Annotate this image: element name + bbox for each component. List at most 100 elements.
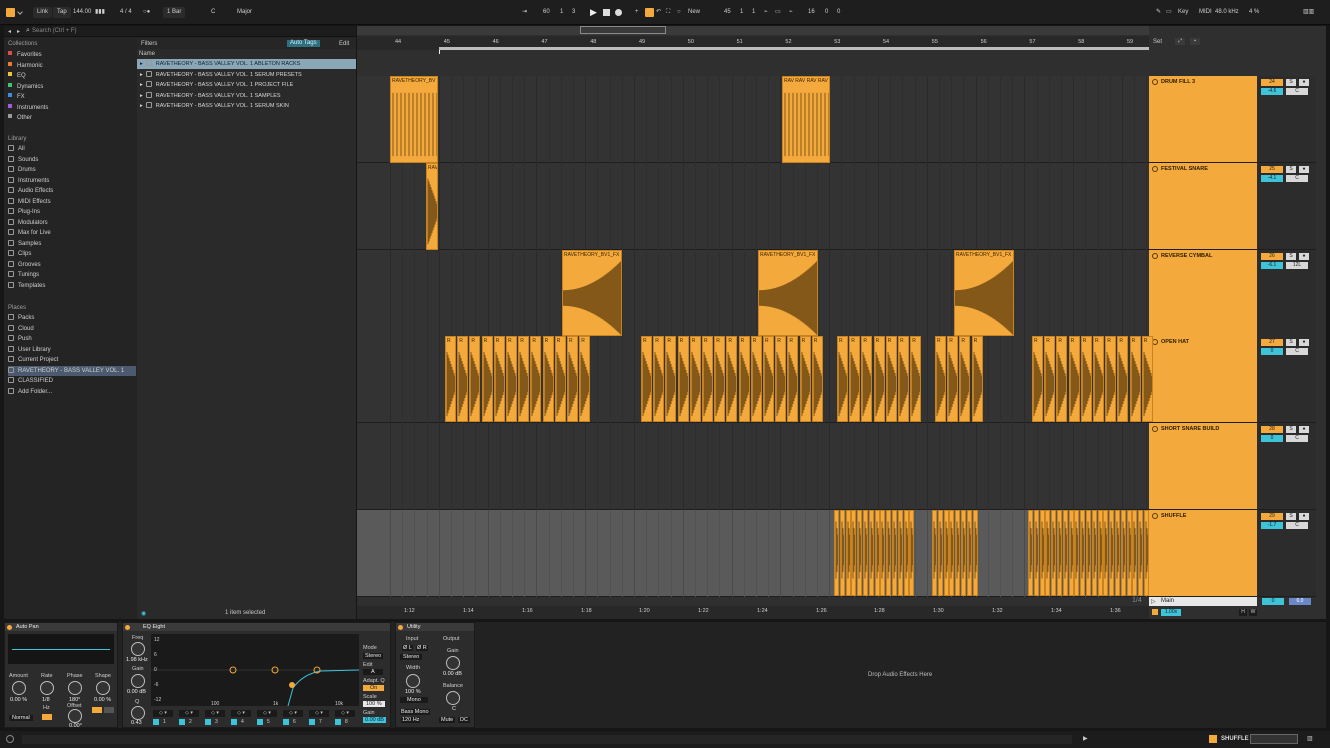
library-item[interactable]: Templates: [8, 281, 136, 291]
audio-clip[interactable]: [909, 510, 915, 596]
audio-clip[interactable]: R: [1032, 336, 1043, 422]
audio-clip[interactable]: R: [935, 336, 946, 422]
audio-clip[interactable]: [897, 510, 903, 596]
audio-clip[interactable]: R: [738, 336, 750, 422]
track-pan[interactable]: C: [1286, 175, 1308, 182]
audio-clip[interactable]: R: [1117, 336, 1129, 422]
audio-clip[interactable]: [966, 510, 972, 596]
loop-brace[interactable]: [439, 47, 1149, 50]
arm-button[interactable]: ●: [1299, 253, 1309, 260]
audio-clip[interactable]: R: [665, 336, 677, 422]
audio-clip[interactable]: [1091, 510, 1097, 596]
audio-clip[interactable]: R: [873, 336, 885, 422]
expand-arrow-icon[interactable]: ▸: [140, 82, 143, 88]
arm-button[interactable]: ●: [1299, 79, 1309, 86]
track-pan[interactable]: 12L: [1286, 262, 1308, 269]
phase-left-toggle[interactable]: Ø L: [402, 645, 413, 651]
audio-clip[interactable]: RAVETHEORY_BV1_FX: [562, 250, 622, 336]
audio-clip[interactable]: R: [518, 336, 530, 422]
library-item[interactable]: Instruments: [8, 176, 136, 186]
loop-length-sixteenth[interactable]: 0: [837, 7, 840, 18]
audio-clip[interactable]: R: [714, 336, 726, 422]
automation-arm-icon[interactable]: [645, 8, 654, 17]
metronome-toggle-icon[interactable]: ○●: [143, 7, 150, 18]
audio-clip[interactable]: [1109, 510, 1115, 596]
live-logo-icon[interactable]: [6, 8, 15, 17]
wave-shape-icon[interactable]: [92, 707, 102, 713]
track-header[interactable]: SHUFFLE: [1149, 510, 1257, 597]
track-pan[interactable]: C: [1286, 348, 1308, 355]
library-item[interactable]: Sounds: [8, 155, 136, 165]
utility-header[interactable]: Utility: [396, 623, 474, 631]
key-map-button[interactable]: Key: [1178, 7, 1188, 18]
audio-clip[interactable]: [857, 510, 863, 596]
audio-clip[interactable]: R: [1129, 336, 1141, 422]
link-button[interactable]: Link: [33, 7, 53, 18]
track-lane[interactable]: [357, 163, 1160, 250]
draw-mode-icon[interactable]: ⌁: [764, 7, 768, 18]
arm-button[interactable]: ●: [1299, 426, 1309, 433]
song-position-beat[interactable]: 1: [560, 7, 563, 18]
audio-clip[interactable]: [1132, 510, 1138, 596]
output-gain-value[interactable]: 0.00 dB: [363, 717, 386, 723]
width-knob[interactable]: [406, 674, 420, 688]
amount-knob[interactable]: [12, 681, 26, 695]
loop-length-bar[interactable]: 16: [808, 7, 815, 18]
audio-clip[interactable]: R: [542, 336, 554, 422]
mode-select[interactable]: Stereo: [363, 653, 384, 659]
bass-mono-freq[interactable]: 120 Hz: [401, 717, 421, 723]
library-item[interactable]: Modulators: [8, 218, 136, 228]
audio-clip[interactable]: [903, 510, 909, 596]
places-item[interactable]: User Library: [8, 345, 136, 355]
track-header[interactable]: DRUM FILL 3: [1149, 76, 1257, 163]
bass-mono-toggle[interactable]: Bass Mono: [400, 709, 430, 715]
band-toggle[interactable]: [257, 719, 263, 725]
audio-clip[interactable]: R: [763, 336, 774, 422]
places-item[interactable]: Add Folder...: [8, 387, 136, 397]
audio-clip[interactable]: R: [554, 336, 566, 422]
audio-clip[interactable]: [943, 510, 949, 596]
library-item[interactable]: Plug-Ins: [8, 207, 136, 217]
audio-clip[interactable]: [1138, 510, 1144, 596]
audio-clip[interactable]: R: [1141, 336, 1153, 422]
audio-clip[interactable]: R: [885, 336, 897, 422]
track-lane[interactable]: [357, 423, 1160, 510]
audio-clip[interactable]: RAVETHEORY_BV1_FX: [758, 250, 818, 336]
q-knob[interactable]: [131, 706, 145, 720]
track-pan[interactable]: C: [1286, 522, 1308, 529]
invert-icon[interactable]: [104, 707, 114, 713]
audio-clip[interactable]: [937, 510, 943, 596]
audio-clip[interactable]: R: [910, 336, 922, 422]
main-fold-icon[interactable]: ▷: [1151, 598, 1156, 605]
audio-clip[interactable]: R: [971, 336, 983, 422]
solo-button[interactable]: S: [1286, 166, 1296, 173]
drop-effects-zone[interactable]: Drop Audio Effects Here: [868, 672, 932, 678]
audio-clip[interactable]: R: [530, 336, 542, 422]
edit-button[interactable]: Edit: [339, 41, 349, 47]
library-item[interactable]: Tunings: [8, 270, 136, 280]
audio-clip[interactable]: R: [653, 336, 665, 422]
arm-button[interactable]: ●: [1299, 166, 1309, 173]
sync-toggle-icon[interactable]: [42, 714, 52, 720]
rate-value[interactable]: 1/8: [42, 697, 50, 703]
collection-item[interactable]: EQ: [8, 71, 136, 81]
edit-select[interactable]: A: [363, 669, 383, 675]
track-number[interactable]: 25: [1261, 166, 1283, 173]
band-filter-type-icon[interactable]: ◇ ▾: [153, 710, 173, 717]
pencil-icon[interactable]: ✎: [1156, 7, 1161, 18]
band-filter-type-icon[interactable]: ◇ ▾: [231, 710, 251, 717]
audio-clip[interactable]: [874, 510, 880, 596]
library-item[interactable]: All: [8, 144, 136, 154]
audio-clip[interactable]: [1028, 510, 1033, 596]
arm-button[interactable]: ●: [1299, 339, 1309, 346]
audio-clip[interactable]: R: [1044, 336, 1056, 422]
track-volume[interactable]: 0: [1261, 435, 1283, 442]
audio-clip[interactable]: [1115, 510, 1120, 596]
collection-item[interactable]: Favorites: [8, 50, 136, 60]
places-item[interactable]: Packs: [8, 313, 136, 323]
browser-list-item[interactable]: ▸ RAVETHEORY - BASS VALLEY VOL. 1 ABLETON…: [137, 59, 356, 69]
scale-select[interactable]: Major: [237, 7, 252, 18]
track-volume[interactable]: -6.1: [1261, 262, 1283, 269]
expand-icon[interactable]: ⤢: [1175, 38, 1185, 45]
key-map-icon[interactable]: ▭: [1166, 7, 1172, 18]
